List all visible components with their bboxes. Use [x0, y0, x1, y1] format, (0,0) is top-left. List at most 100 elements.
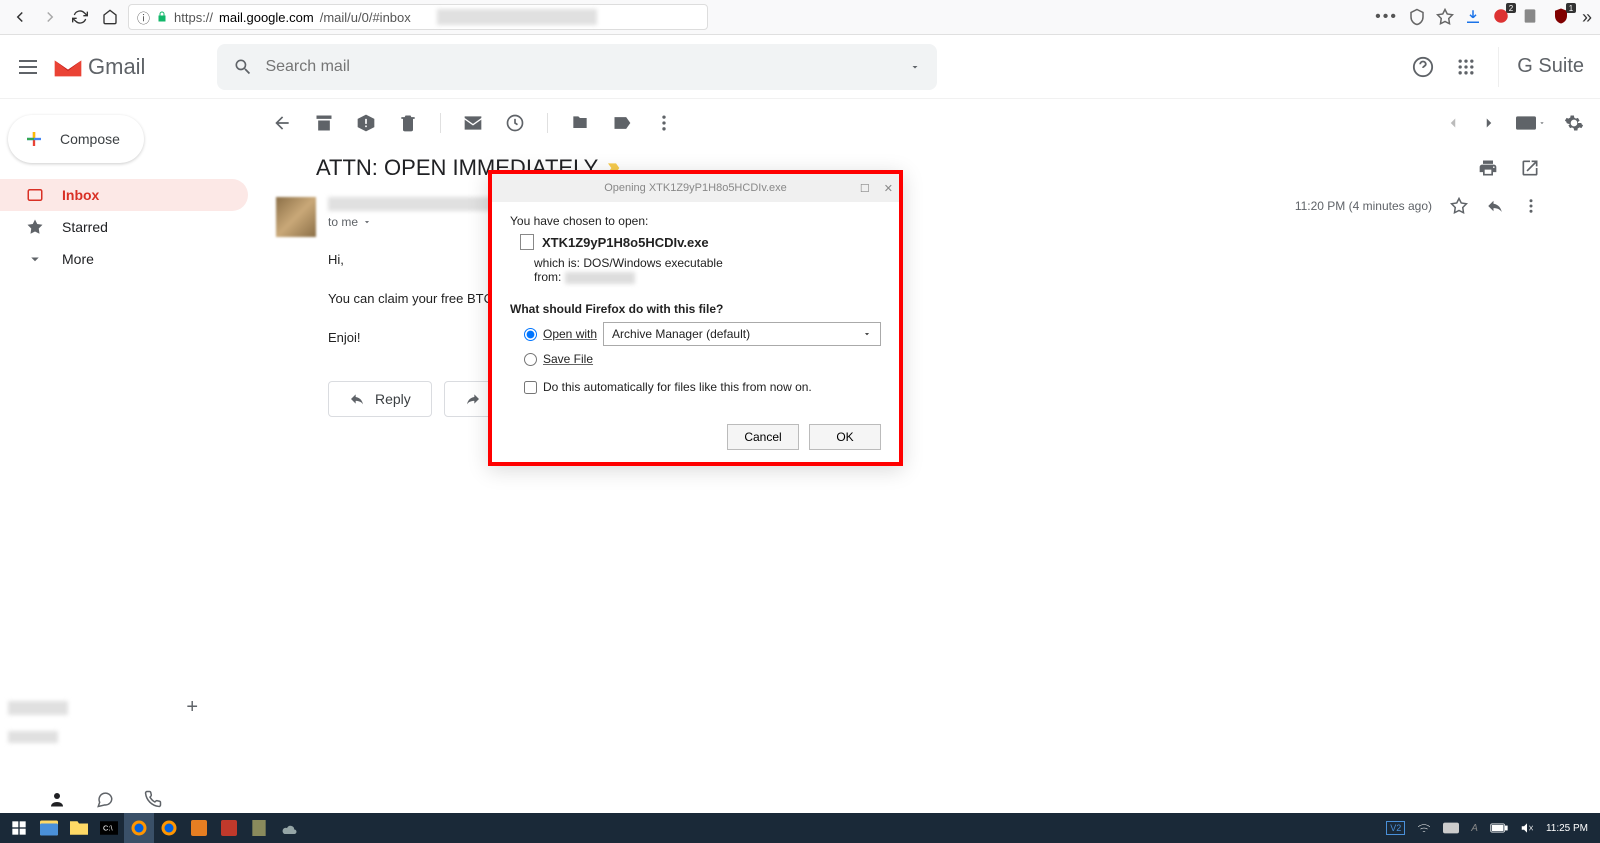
tray-app-icon[interactable]	[1443, 822, 1459, 834]
url-path: /mail/u/0/#inbox	[320, 10, 411, 25]
download-icon[interactable]	[1464, 8, 1482, 26]
plus-icon	[20, 125, 48, 153]
chevron-down-icon	[362, 217, 372, 227]
search-input[interactable]	[265, 58, 897, 76]
hangouts-name-blur: xx	[8, 701, 68, 715]
app-name: Archive Manager (default)	[612, 327, 750, 341]
email-toolbar	[256, 99, 1600, 147]
extension-icon-2[interactable]	[1522, 7, 1542, 27]
sidebar-item-starred[interactable]: Starred	[0, 211, 248, 243]
taskbar-cloud-icon[interactable]	[274, 813, 304, 843]
tray-clock[interactable]: 11:25 PM	[1546, 823, 1588, 834]
reply-icon[interactable]	[1486, 197, 1504, 215]
svg-text:C:\: C:\	[103, 823, 114, 832]
which-is-label: which is:	[534, 256, 580, 270]
hangouts-tabs	[48, 790, 162, 808]
cancel-button[interactable]: Cancel	[727, 424, 799, 450]
hangouts-tab-icon[interactable]	[96, 790, 114, 808]
taskbar-firefox-active-icon[interactable]	[124, 813, 154, 843]
label-icon[interactable]	[612, 113, 632, 133]
input-tools-icon[interactable]	[1516, 116, 1546, 130]
more-icon[interactable]	[654, 113, 674, 133]
move-icon[interactable]	[570, 113, 590, 133]
archive-icon[interactable]	[314, 113, 334, 133]
add-contact-icon[interactable]: +	[186, 696, 198, 719]
shield-icon[interactable]	[1408, 8, 1426, 26]
tray-vnc-icon[interactable]: V2	[1386, 821, 1405, 835]
tray-wifi-icon[interactable]	[1417, 822, 1431, 834]
taskbar-app3-icon[interactable]	[244, 813, 274, 843]
newer-icon[interactable]	[1480, 114, 1498, 132]
apps-grid-icon[interactable]	[1456, 57, 1476, 77]
sidebar-item-inbox[interactable]: Inbox	[0, 179, 248, 211]
back-button[interactable]	[8, 5, 32, 29]
reply-button[interactable]: Reply	[328, 381, 432, 417]
search-options-icon[interactable]	[909, 61, 921, 73]
app-dropdown[interactable]: Archive Manager (default)	[603, 322, 881, 346]
gmail-logo[interactable]: Gmail	[52, 54, 145, 80]
gmail-header: Gmail G Suite	[0, 35, 1600, 99]
dialog-chosen-text: You have chosen to open:	[510, 214, 881, 228]
taskbar-firefox-icon[interactable]	[154, 813, 184, 843]
url-extra-blur: xxxxxxxx	[437, 9, 597, 25]
ok-button[interactable]: OK	[809, 424, 881, 450]
older-icon[interactable]	[1444, 114, 1462, 132]
maximize-icon[interactable]: ☐	[860, 182, 870, 195]
to-label: to me	[328, 215, 358, 229]
home-button[interactable]	[98, 5, 122, 29]
reload-button[interactable]	[68, 5, 92, 29]
taskbar-folder-icon[interactable]	[64, 813, 94, 843]
delete-icon[interactable]	[398, 113, 418, 133]
open-with-radio[interactable]	[524, 328, 537, 341]
lock-icon	[156, 11, 168, 23]
browser-extensions: ••• 2 1 »	[1375, 7, 1592, 28]
extension-icon-1[interactable]: 2	[1492, 7, 1512, 27]
star-outline-icon[interactable]	[1450, 197, 1468, 215]
download-dialog: Opening XTK1Z9yP1H8o5HCDIv.exe ☐ ✕ You h…	[488, 170, 903, 466]
dialog-titlebar[interactable]: Opening XTK1Z9yP1H8o5HCDIv.exe ☐ ✕	[492, 174, 899, 202]
auto-checkbox[interactable]	[524, 381, 537, 394]
start-button[interactable]	[4, 813, 34, 843]
url-prefix: https://	[174, 10, 213, 25]
info-icon: ⓘ	[137, 8, 150, 27]
meatball-icon[interactable]: •••	[1375, 8, 1398, 26]
gmail-m-icon	[52, 55, 84, 79]
save-file-radio[interactable]	[524, 353, 537, 366]
back-icon[interactable]	[272, 113, 292, 133]
popout-icon[interactable]	[1520, 158, 1540, 178]
print-icon[interactable]	[1478, 158, 1498, 178]
taskbar-app2-icon[interactable]	[214, 813, 244, 843]
search-box[interactable]	[217, 44, 937, 90]
taskbar-app-icon[interactable]	[184, 813, 214, 843]
spam-icon[interactable]	[356, 113, 376, 133]
tray-volume-icon[interactable]	[1520, 821, 1534, 835]
help-icon[interactable]	[1412, 56, 1434, 78]
browser-toolbar: ⓘ https://mail.google.com/mail/u/0/#inbo…	[0, 0, 1600, 35]
hangouts-section: xx + x	[8, 696, 198, 743]
tray-input-icon[interactable]: A	[1471, 823, 1478, 834]
phone-tab-icon[interactable]	[144, 790, 162, 808]
search-icon	[233, 57, 253, 77]
star-icon	[26, 218, 44, 236]
file-icon	[520, 234, 534, 250]
snooze-icon[interactable]	[505, 113, 525, 133]
main-menu-button[interactable]	[16, 55, 40, 79]
chevron-down-icon	[26, 250, 44, 268]
contacts-tab-icon[interactable]	[48, 790, 66, 808]
kebab-icon[interactable]	[1522, 197, 1540, 215]
sidebar-item-label: Inbox	[62, 187, 99, 203]
settings-gear-icon[interactable]	[1564, 113, 1584, 133]
taskbar-terminal-icon[interactable]: C:\	[94, 813, 124, 843]
tray-battery-icon[interactable]	[1490, 823, 1508, 833]
overflow-icon[interactable]: »	[1582, 7, 1592, 28]
gmail-text: Gmail	[88, 54, 145, 80]
url-bar[interactable]: ⓘ https://mail.google.com/mail/u/0/#inbo…	[128, 4, 708, 30]
close-icon[interactable]: ✕	[884, 182, 893, 195]
forward-button[interactable]	[38, 5, 62, 29]
sidebar-item-more[interactable]: More	[0, 243, 248, 275]
compose-button[interactable]: Compose	[8, 115, 144, 163]
mark-unread-icon[interactable]	[463, 113, 483, 133]
taskbar-explorer-icon[interactable]	[34, 813, 64, 843]
ublock-icon[interactable]: 1	[1552, 7, 1572, 27]
bookmark-star-icon[interactable]	[1436, 8, 1454, 26]
